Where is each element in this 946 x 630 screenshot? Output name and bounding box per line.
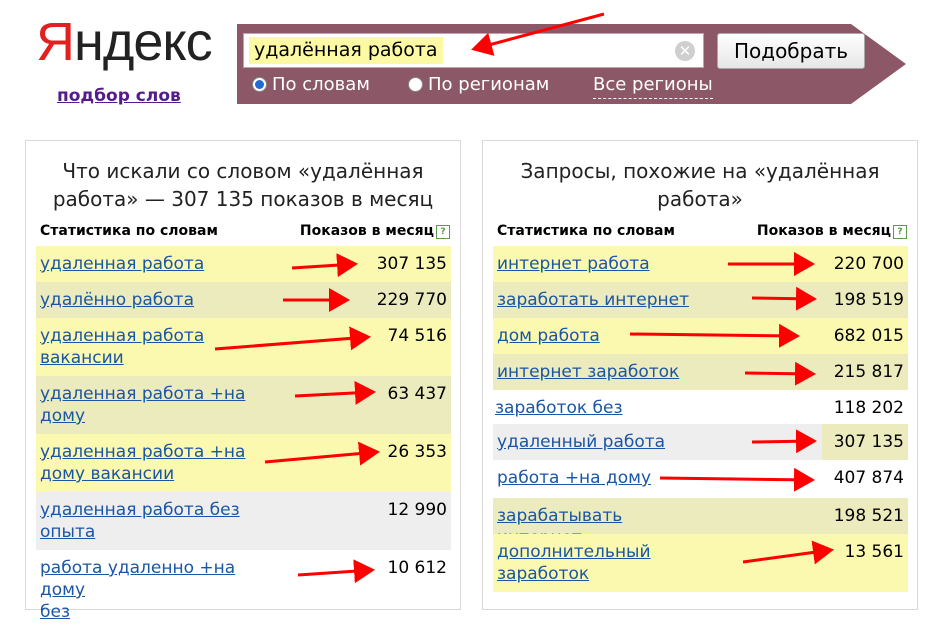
arrow-icon [294,380,376,405]
arrow-icon [297,559,375,584]
arrow-icon [751,429,817,454]
annotation-arrows [214,12,834,584]
arrow-icon [742,540,834,565]
arrow-icon [659,467,815,492]
arrow-icon [471,12,605,56]
arrow-icon [291,253,358,278]
arrow-icon [751,286,817,311]
arrow-icon [214,326,371,351]
arrow-icon [264,441,380,466]
arrow-icon [629,323,800,348]
arrow-icon [744,361,816,386]
